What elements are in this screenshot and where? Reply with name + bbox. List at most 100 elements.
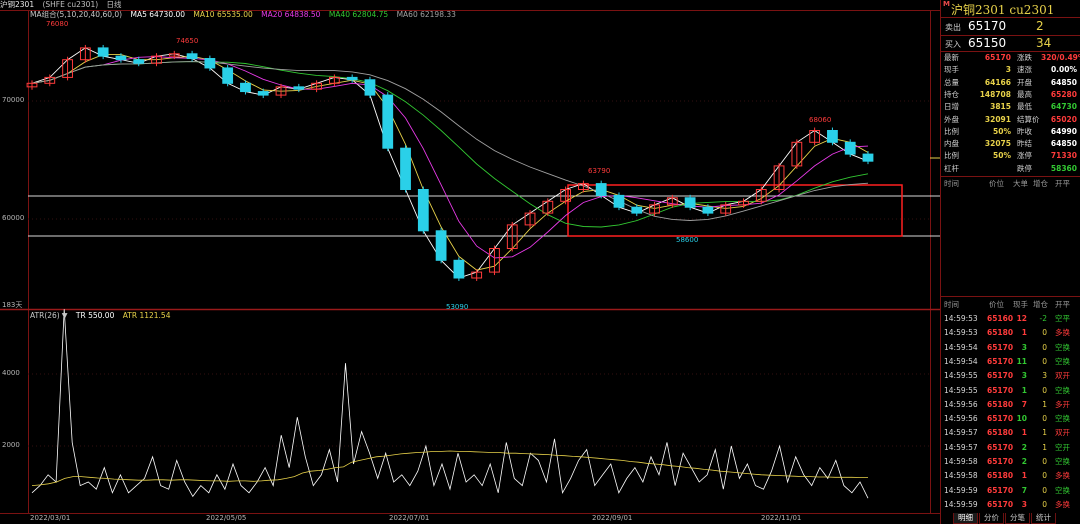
candlesticks [26, 44, 874, 281]
candle-body [844, 141, 856, 155]
tick-oc: 双开 [1055, 371, 1070, 381]
bid-label: 买入 [945, 40, 961, 49]
bid-row[interactable]: 买入 65150 34 [941, 35, 1080, 52]
ma60-value: MA60 62198.33 [396, 10, 456, 19]
tick-add: 0 [1042, 342, 1047, 352]
label-high-76080: 76080 [46, 20, 69, 28]
quote-row: 杠杆 跌停 58360 [941, 163, 1080, 175]
tick-qty: 1 [1021, 428, 1027, 438]
candle-body [684, 197, 696, 208]
tick-row[interactable]: 14:59:55 65170 1 0 空换 [941, 384, 1080, 398]
tick-row[interactable]: 14:59:54 65170 11 0 空换 [941, 355, 1080, 369]
quote-key: 内盘 [944, 139, 959, 149]
quote-key: 日增 [944, 102, 959, 112]
y-tick-60000: 60000 [2, 214, 25, 222]
tick-time: 14:59:54 [944, 356, 978, 366]
moving-average-lines [31, 47, 869, 279]
label-high-74650: 74650 [176, 37, 199, 45]
quote-row: 总量 64166 开盘 64850 [941, 77, 1080, 89]
chart-period[interactable]: 日线 [107, 0, 122, 9]
big-price-header: 价位 [989, 179, 1004, 188]
tick-row[interactable]: 14:59:57 65180 1 1 双开 [941, 426, 1080, 440]
tick-row[interactable]: 14:59:53 65160 12 -2 空平 [941, 312, 1080, 326]
quote-value: 65280 [1050, 89, 1077, 99]
tick-time: 14:59:55 [944, 385, 978, 395]
tick-row[interactable]: 14:59:55 65170 3 3 双开 [941, 369, 1080, 383]
quote-key: 比例 [944, 126, 959, 136]
atr-tick-4000: 4000 [2, 369, 20, 377]
atr-line [31, 450, 869, 486]
candle-body [186, 53, 198, 60]
tick-oc: 多换 [1055, 471, 1070, 481]
chart-canvas[interactable] [0, 0, 940, 524]
tick-oc: 空换 [1055, 385, 1070, 395]
tick-oc: 空换 [1055, 356, 1070, 366]
ma-label[interactable]: MA组合(5,10,20,40,60,0) [30, 10, 122, 19]
quote-value: 65170 [984, 53, 1011, 62]
tick-oc-header: 开平 [1055, 300, 1070, 309]
tick-row[interactable]: 14:59:56 65170 10 0 空换 [941, 412, 1080, 426]
quote-key: 跌停 [1017, 163, 1032, 173]
tick-row[interactable]: 14:59:58 65180 1 0 多换 [941, 469, 1080, 483]
atr-dropdown-icon[interactable]: ▼ [62, 311, 68, 320]
x-tick-0301: 2022/03/01 [30, 514, 71, 522]
big-order-header: 时间 价位 大单 增仓 开平 [941, 178, 1080, 189]
tick-row[interactable]: 14:59:59 65170 7 0 空换 [941, 484, 1080, 498]
tick-oc: 空换 [1055, 342, 1070, 352]
tick-add: 3 [1042, 371, 1047, 381]
tick-qty: 1 [1021, 385, 1027, 395]
y-tick-70000: 70000 [2, 96, 25, 104]
tick-oc: 空换 [1055, 485, 1070, 495]
tick-time: 14:59:59 [944, 499, 978, 509]
chart-area[interactable]: 沪铜2301 (SHFE cu2301) 日线 MA组合(5,10,20,40,… [0, 0, 940, 524]
atr-label[interactable]: ATR(26) [30, 311, 60, 320]
big-add-header: 增仓 [1033, 179, 1048, 188]
tab-ticks[interactable]: 分笔 [1005, 513, 1030, 524]
tick-time: 14:59:56 [944, 414, 978, 424]
tick-qty: 10 [1016, 414, 1027, 424]
tick-row[interactable]: 14:59:57 65170 2 1 空开 [941, 441, 1080, 455]
tick-time: 14:59:57 [944, 442, 978, 452]
tick-row[interactable]: 14:59:54 65170 3 0 空换 [941, 341, 1080, 355]
candle-body [382, 94, 394, 149]
quote-row: 外盘 32091 结算价 65020 [941, 114, 1080, 126]
quote-value: 32091 [984, 114, 1011, 124]
candle-body [453, 259, 465, 279]
quote-key: 杠杆 [944, 163, 959, 173]
tick-add: 1 [1042, 399, 1047, 409]
candle-body [400, 147, 411, 190]
tick-row[interactable]: 14:59:59 65170 3 0 多换 [941, 498, 1080, 512]
quote-panel: M 沪铜2301 cu2301 卖出 65170 2 买入 65150 34 最… [941, 0, 1080, 524]
quote-value: 58360 [1050, 163, 1077, 173]
quote-value: 64730 [1050, 102, 1077, 112]
tick-header: 时间 价位 现手 增仓 开平 [941, 299, 1080, 310]
tab-detail[interactable]: 明细 [953, 513, 978, 524]
quote-row: 比例 50% 昨收 64990 [941, 126, 1080, 138]
tick-time: 14:59:58 [944, 457, 978, 466]
quote-row: 现手 3 速涨 0.00% [941, 64, 1080, 76]
quote-row: 最新 65170 涨跌 320/0.49% [941, 52, 1080, 64]
ask-price: 65170 [968, 19, 1007, 33]
quote-key: 外盘 [944, 114, 959, 124]
tick-add: 0 [1042, 356, 1047, 366]
tab-stats[interactable]: 统计 [1031, 513, 1056, 524]
tick-add: 0 [1042, 328, 1047, 338]
tick-oc: 空开 [1055, 442, 1070, 452]
ask-row[interactable]: 卖出 65170 2 [941, 18, 1080, 35]
candle-body [97, 47, 109, 57]
ma10-value: MA10 65535.00 [193, 10, 253, 19]
atr-value: ATR 1121.54 [122, 311, 171, 320]
quote-value: 65020 [1050, 114, 1077, 124]
tick-row[interactable]: 14:59:58 65170 2 0 空换 [941, 455, 1080, 469]
quote-value: 3815 [990, 102, 1011, 112]
ma-line [31, 54, 869, 271]
atr-legend: ATR(26) ▼ TR 550.00 ATR 1121.54 [30, 311, 176, 321]
tick-qty: 7 [1021, 485, 1027, 495]
tick-oc: 多开 [1055, 399, 1070, 409]
quote-key: 最高 [1017, 89, 1032, 99]
tick-row[interactable]: 14:59:53 65180 1 0 多换 [941, 326, 1080, 340]
x-tick-0701: 2022/07/01 [389, 514, 430, 522]
tick-row[interactable]: 14:59:56 65180 7 1 多开 [941, 398, 1080, 412]
quote-key: 昨结 [1017, 139, 1032, 149]
tab-price-dist[interactable]: 分价 [979, 513, 1004, 524]
